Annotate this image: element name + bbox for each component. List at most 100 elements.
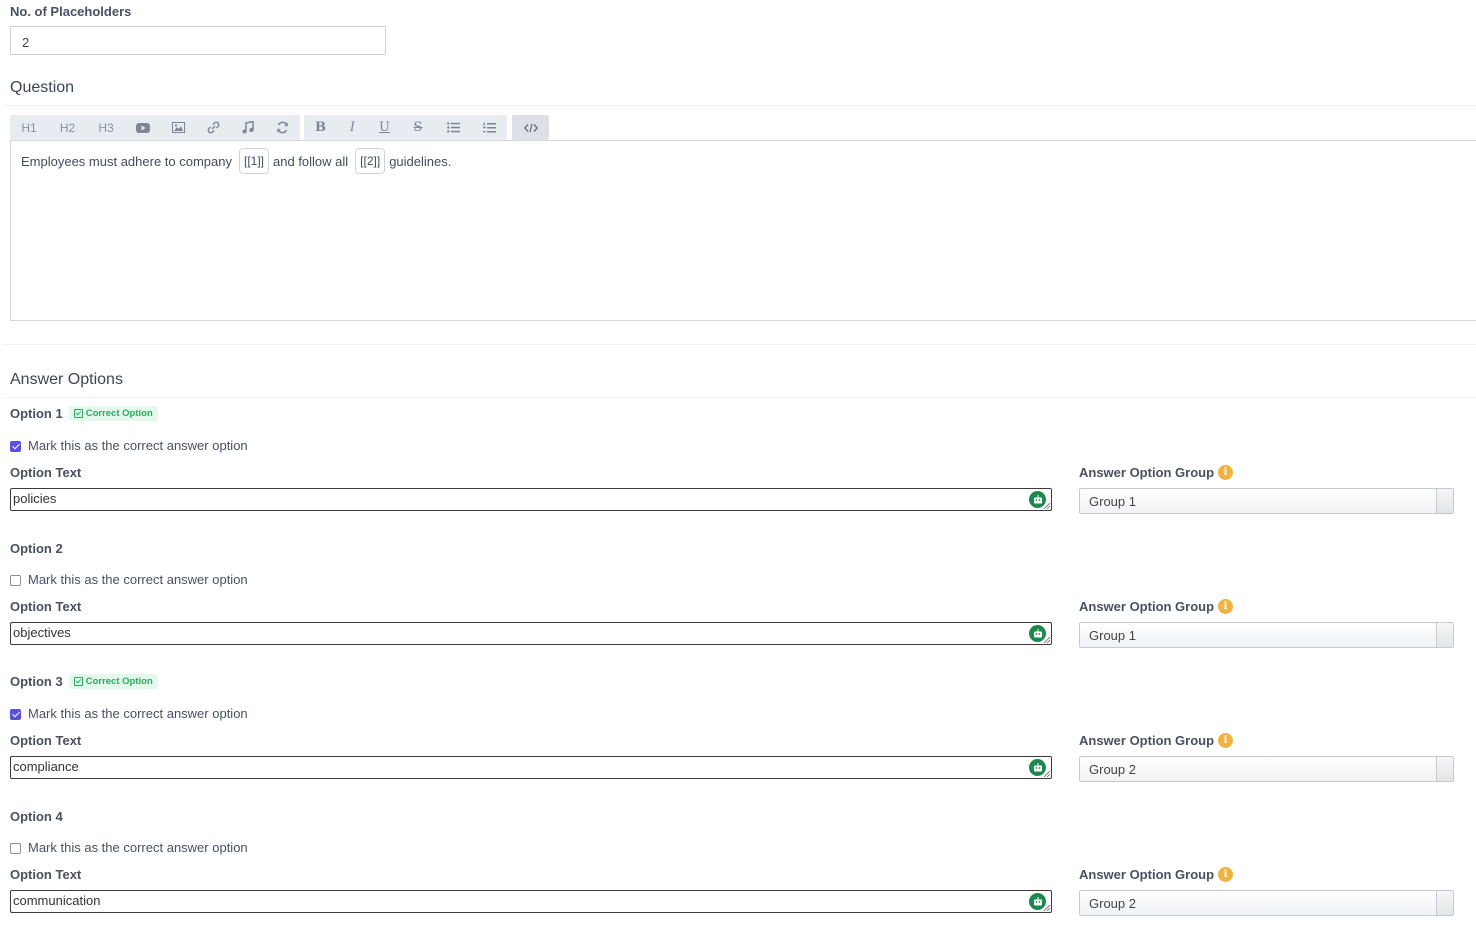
placeholders-label: No. of Placeholders <box>10 4 132 19</box>
answer-option-group-label: Answer Option Group i <box>1079 867 1234 882</box>
answer-option-group-label-text: Answer Option Group <box>1079 465 1215 480</box>
video-icon[interactable] <box>125 115 160 140</box>
answer-option-group-label-text: Answer Option Group <box>1079 733 1215 748</box>
refresh-icon[interactable] <box>265 115 300 140</box>
info-icon[interactable]: i <box>1218 867 1234 882</box>
correct-checkbox-row[interactable]: Mark this as the correct answer option <box>10 706 248 721</box>
answer-option-group-select[interactable]: Group 2 <box>1079 890 1454 916</box>
answer-options-heading: Answer Options <box>10 371 123 388</box>
option-text-label: Option Text <box>10 867 82 882</box>
underline-icon[interactable]: U <box>368 115 401 140</box>
code-icon[interactable] <box>512 115 549 140</box>
correct-checkbox-row[interactable]: Mark this as the correct answer option <box>10 572 248 587</box>
bold-icon[interactable]: B <box>304 115 337 140</box>
toolbar-group-media: H1 H2 H3 <box>10 115 300 140</box>
numbered-list-icon[interactable] <box>471 115 507 140</box>
placeholder-chip-1[interactable]: [[1]] <box>239 148 270 174</box>
resize-handle-icon[interactable] <box>1044 771 1050 777</box>
answer-option-group-value: Group 2 <box>1089 896 1136 911</box>
option-text-value: objectives <box>13 625 71 640</box>
option-title-text: Option 3 <box>10 674 63 689</box>
option-title: Option 1 Correct Option <box>10 406 158 421</box>
option-card-1: Option 1 Correct Option Mark this as the… <box>0 406 1476 540</box>
strikethrough-icon[interactable]: S <box>401 115 435 140</box>
resize-handle-icon[interactable] <box>1044 637 1050 643</box>
option-text-value: compliance <box>13 759 79 774</box>
option-title: Option 2 <box>10 541 63 556</box>
h2-button[interactable]: H2 <box>48 115 87 140</box>
correct-checkbox-label: Mark this as the correct answer option <box>28 572 248 587</box>
option-title: Option 3 Correct Option <box>10 674 158 689</box>
question-heading: Question <box>10 79 75 96</box>
italic-icon[interactable]: I <box>337 115 368 140</box>
correct-checkbox-label: Mark this as the correct answer option <box>28 438 248 453</box>
correct-checkbox[interactable] <box>10 843 21 854</box>
correct-checkbox[interactable] <box>10 575 21 586</box>
info-icon[interactable]: i <box>1218 733 1234 748</box>
question-text-part2: and follow all <box>273 153 349 169</box>
dropdown-arrow-icon[interactable] <box>1436 623 1453 647</box>
image-icon[interactable] <box>160 115 196 140</box>
option-title: Option 4 <box>10 809 63 824</box>
option-text-label: Option Text <box>10 733 82 748</box>
question-text-part1: Employees must adhere to company <box>21 153 232 169</box>
correct-checkbox-label: Mark this as the correct answer option <box>28 706 248 721</box>
dropdown-arrow-icon[interactable] <box>1436 891 1453 915</box>
answer-option-group-label: Answer Option Group i <box>1079 733 1234 748</box>
option-text-input[interactable]: communication <box>10 890 1052 913</box>
info-icon[interactable]: i <box>1218 465 1234 480</box>
option-card-2: Option 2 Mark this as the correct answer… <box>0 540 1476 674</box>
answer-option-group-label: Answer Option Group i <box>1079 465 1234 480</box>
answer-option-group-label-text: Answer Option Group <box>1079 599 1215 614</box>
answer-option-group-select[interactable]: Group 1 <box>1079 488 1454 514</box>
answer-option-group-select[interactable]: Group 1 <box>1079 622 1454 648</box>
option-title-text: Option 1 <box>10 406 63 421</box>
answer-option-group-value: Group 2 <box>1089 762 1136 777</box>
option-text-input[interactable]: policies <box>10 488 1052 511</box>
correct-checkbox-label: Mark this as the correct answer option <box>28 840 248 855</box>
resize-handle-icon[interactable] <box>1044 503 1050 509</box>
music-icon[interactable] <box>230 115 265 140</box>
option-text-input[interactable]: objectives <box>10 622 1052 645</box>
correct-checkbox-row[interactable]: Mark this as the correct answer option <box>10 840 248 855</box>
correct-checkbox[interactable] <box>10 441 21 452</box>
answer-option-group-label-text: Answer Option Group <box>1079 867 1215 882</box>
answer-option-group-select[interactable]: Group 2 <box>1079 756 1454 782</box>
answer-options-divider-top <box>3 344 1476 345</box>
correct-option-badge: Correct Option <box>68 674 158 689</box>
info-icon[interactable]: i <box>1218 599 1234 614</box>
option-title-text: Option 2 <box>10 541 63 556</box>
correct-checkbox-row[interactable]: Mark this as the correct answer option <box>10 438 248 453</box>
placeholders-input[interactable]: 2 <box>10 26 386 55</box>
check-square-icon <box>73 677 83 686</box>
correct-option-badge: Correct Option <box>68 406 158 421</box>
correct-checkbox[interactable] <box>10 709 21 720</box>
option-card-4: Option 4 Mark this as the correct answer… <box>0 808 1476 927</box>
option-title-text: Option 4 <box>10 809 63 824</box>
placeholder-chip-2[interactable]: [[2]] <box>355 148 386 174</box>
dropdown-arrow-icon[interactable] <box>1436 757 1453 781</box>
dropdown-arrow-icon[interactable] <box>1436 489 1453 513</box>
correct-option-badge-text: Correct Option <box>85 408 153 419</box>
option-text-label: Option Text <box>10 599 82 614</box>
option-text-input[interactable]: compliance <box>10 756 1052 779</box>
option-text-value: communication <box>13 893 101 908</box>
check-square-icon <box>73 409 83 418</box>
answer-options-divider <box>3 397 1476 398</box>
answer-option-group-value: Group 1 <box>1089 628 1136 643</box>
question-editor[interactable]: Employees must adhere to company [[1]] a… <box>10 140 1476 321</box>
h1-button[interactable]: H1 <box>10 115 48 140</box>
question-divider <box>3 105 1476 106</box>
resize-handle-icon[interactable] <box>1044 905 1050 911</box>
correct-option-badge-text: Correct Option <box>85 676 153 687</box>
option-card-3: Option 3 Correct Option Mark this as the… <box>0 674 1476 808</box>
answer-option-group-value: Group 1 <box>1089 494 1136 509</box>
link-icon[interactable] <box>196 115 230 140</box>
option-text-label: Option Text <box>10 465 82 480</box>
option-text-value: policies <box>13 491 57 506</box>
bullet-list-icon[interactable] <box>435 115 471 140</box>
toolbar-group-format: B I U S <box>304 115 507 140</box>
toolbar-group-code <box>512 115 549 140</box>
h3-button[interactable]: H3 <box>87 115 125 140</box>
answer-option-group-label: Answer Option Group i <box>1079 599 1234 614</box>
